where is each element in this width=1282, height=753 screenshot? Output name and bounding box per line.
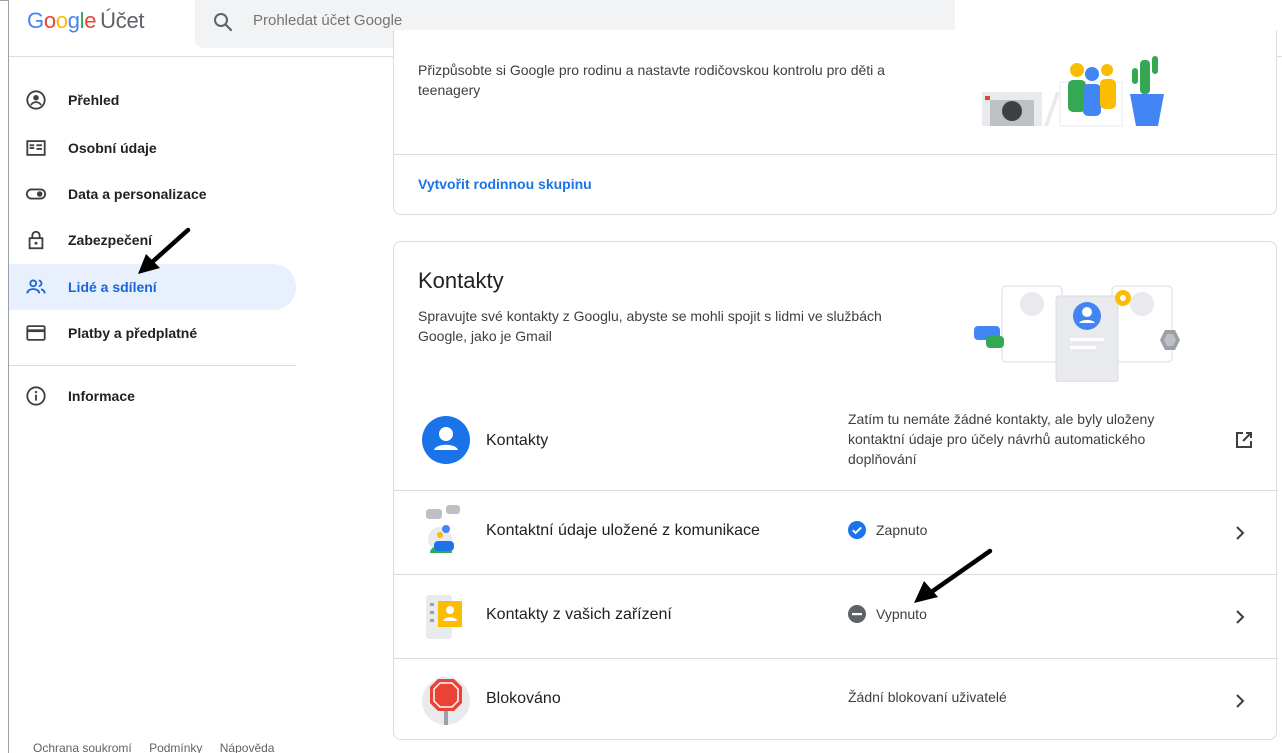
logo-letter: o: [43, 8, 56, 33]
footer-links: Ochrana soukromí Podmínky Nápověda: [33, 741, 288, 753]
status-text: Vypnuto: [876, 606, 927, 622]
chevron-right-icon[interactable]: [1230, 691, 1250, 711]
logo-letter: g: [67, 8, 80, 33]
sidebar-item-label: Přehled: [68, 92, 120, 108]
open-in-new-icon[interactable]: [1234, 430, 1254, 450]
sidebar-item-data-personalizace[interactable]: Data a personalizace: [9, 171, 296, 217]
sidebar-item-prehled[interactable]: Přehled: [9, 77, 296, 123]
device-contacts-row[interactable]: Kontakty z vašich zařízení Vypnuto: [394, 574, 1278, 658]
family-card-description: Přizpůsobte si Google pro rodinu a nasta…: [418, 62, 885, 98]
info-icon: [26, 386, 46, 406]
card-divider: [394, 154, 1276, 155]
sidebar-nav: Přehled Osobní údaje Data a personalizac…: [9, 58, 309, 753]
logo-letter: o: [55, 8, 68, 33]
id-card-icon: [26, 140, 46, 156]
row-label: Blokováno: [486, 690, 561, 707]
device-contacts-icon: [426, 595, 462, 639]
create-family-group-link[interactable]: Vytvořit rodinnou skupinu: [418, 176, 592, 192]
search-input[interactable]: [253, 12, 853, 29]
sidebar-item-label: Platby a předplatné: [68, 325, 198, 341]
status-text: Žádní blokovaní uživatelé: [848, 689, 1007, 705]
chevron-right-icon[interactable]: [1230, 523, 1250, 543]
family-illustration: [982, 56, 1164, 127]
contacts-note: Zatím tu nemáte žádné kontakty, ale byly…: [848, 411, 1155, 467]
google-account-logo[interactable]: Google Účet: [27, 8, 145, 34]
sidebar-item-label: Lidé a sdílení: [68, 279, 157, 295]
interaction-contacts-row[interactable]: Kontaktní údaje uložené z komunikace Zap…: [394, 490, 1278, 574]
product-name: Účet: [100, 8, 145, 33]
row-label: Kontakty: [486, 432, 549, 449]
check-circle-icon: [848, 521, 866, 539]
contacts-row[interactable]: Kontakty Zatím tu nemáte žádné kontakty,…: [394, 398, 1278, 482]
row-label: Kontaktní údaje uložené z komunikace: [486, 522, 760, 539]
sidebar-item-label: Data a personalizace: [68, 186, 207, 202]
annotation-arrow: [138, 227, 191, 274]
annotation-arrow: [914, 548, 993, 603]
status-on: Zapnuto: [848, 521, 927, 539]
footer-link-privacy[interactable]: Ochrana soukromí: [33, 741, 132, 753]
people-icon: [26, 279, 46, 294]
status-text: Zapnuto: [876, 522, 928, 538]
footer-link-terms[interactable]: Podmínky: [149, 741, 202, 753]
status-off: Vypnuto: [848, 605, 927, 623]
logo-letter: G: [27, 8, 44, 33]
chevron-right-icon[interactable]: [1230, 607, 1250, 627]
search-icon[interactable]: [211, 10, 235, 34]
sidebar-item-informace[interactable]: Informace: [9, 373, 296, 419]
lock-icon: [28, 230, 44, 250]
logo-letter: e: [84, 8, 97, 33]
sidebar-item-osobni-udaje[interactable]: Osobní údaje: [9, 125, 296, 171]
stop-sign-icon: [422, 677, 470, 725]
contacts-illustration: [974, 285, 1180, 382]
footer-link-help[interactable]: Nápověda: [220, 741, 275, 753]
family-group-card: Přizpůsobte si Google pro rodinu a nasta…: [393, 30, 1277, 215]
minus-circle-icon: [848, 605, 866, 623]
sidebar-item-label: Informace: [68, 388, 135, 404]
account-circle-icon: [26, 90, 46, 110]
contacts-person-icon: [422, 416, 470, 464]
credit-card-icon: [26, 325, 46, 341]
blocked-status: Žádní blokovaní uživatelé: [848, 689, 1007, 705]
sidebar-divider: [9, 365, 296, 366]
row-label: Kontakty z vašich zařízení: [486, 606, 672, 623]
contacts-card-description: Spravujte své kontakty z Googlu, abyste …: [418, 308, 882, 344]
sidebar-item-platby[interactable]: Platby a předplatné: [9, 310, 296, 356]
blocked-row[interactable]: Blokováno Žádní blokovaní uživatelé: [394, 658, 1278, 742]
contacts-card: Kontakty Spravujte své kontakty z Googlu…: [393, 241, 1278, 742]
conversation-contacts-icon: [426, 505, 460, 553]
sidebar-item-label: Osobní údaje: [68, 140, 157, 156]
contacts-card-title: Kontakty: [418, 268, 504, 293]
toggle-icon: [25, 188, 47, 200]
